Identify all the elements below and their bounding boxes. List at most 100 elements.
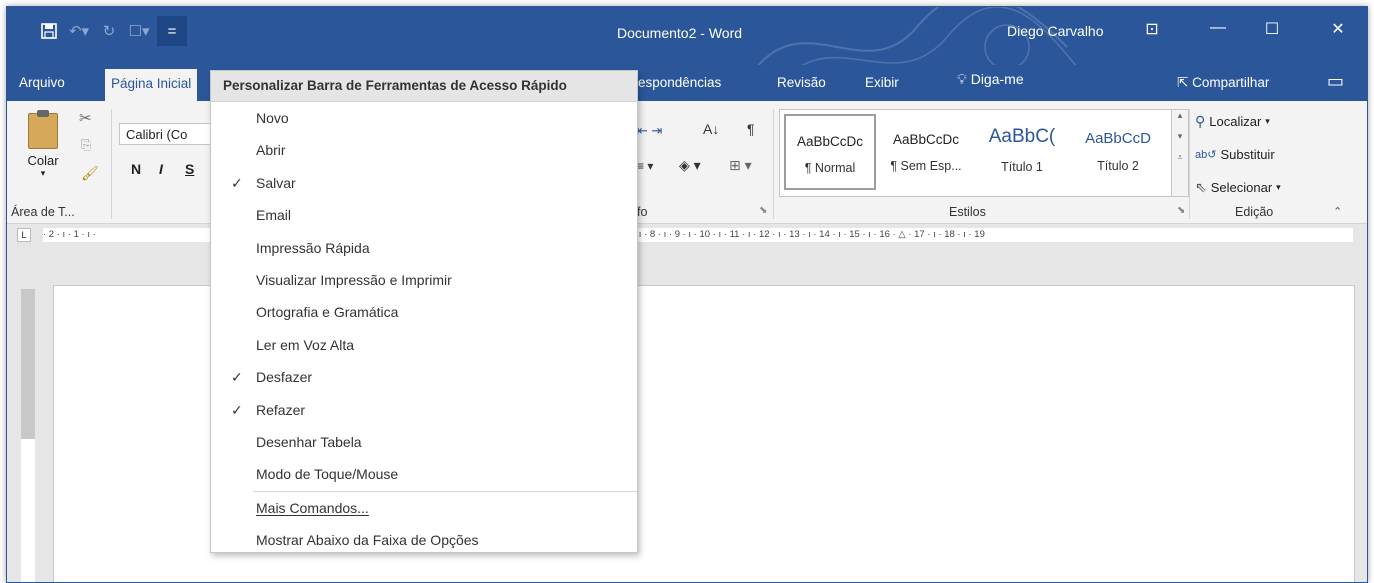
undo-icon[interactable]: ↶▾ [67,19,91,43]
tab-view[interactable]: Exibir [865,75,899,90]
menu-item[interactable]: Ler em Voz Alta [211,329,637,361]
menu-item-show-below-ribbon[interactable]: Mostrar Abaixo da Faixa de Opções [211,524,637,556]
vertical-ruler [21,289,35,582]
borders-icon[interactable]: ⊞ ▾ [729,157,752,174]
collapse-ribbon-icon[interactable]: ⌃ [1333,205,1342,218]
tell-me-label: Diga-me [970,71,1024,87]
style-preview: AaBbCcDc [796,134,864,149]
menu-item[interactable]: Email [211,199,637,231]
find-button[interactable]: ⚲ Localizar ▾ [1195,113,1270,130]
styles-group-label: Estilos [949,205,986,219]
replace-label: Substituir [1220,147,1275,162]
select-button[interactable]: ⇖ Selecionar ▾ [1195,179,1281,196]
tab-file[interactable]: Arquivo [19,75,65,90]
share-icon: ⇱ [1177,75,1189,90]
maximize-icon[interactable]: ☐ [1257,19,1287,39]
menu-item[interactable]: ✓ Salvar [211,167,637,199]
redo-icon[interactable]: ↻ [97,19,121,43]
menu-item[interactable]: Ortografia e Gramática [211,296,637,328]
tab-home[interactable]: Página Inicial [105,69,198,101]
menu-item[interactable]: Novo [211,102,637,134]
italic-button[interactable]: I [159,161,163,177]
replace-button[interactable]: ab↺ Substituir [1195,147,1275,162]
user-name[interactable]: Diego Carvalho [1007,23,1104,39]
menu-item-label: Mostrar Abaixo da Faixa de Opções [256,532,479,549]
share-button[interactable]: ⇱ Compartilhar [1177,75,1269,91]
paste-label: Colar [27,153,59,168]
style-heading-2[interactable]: AaBbCcD Título 2 [1072,114,1164,190]
menu-item-label: Ortografia e Gramática [256,304,399,321]
styles-dialog-launcher-icon[interactable]: ⬊ [1177,205,1185,216]
menu-item[interactable]: ✓ Refazer [211,394,637,426]
lightbulb-icon: 💡︎ [957,71,967,87]
menu-item-label: Mais Comandos... [256,499,369,516]
replace-icon: ab↺ [1195,149,1217,161]
minimize-icon[interactable]: — [1203,19,1233,37]
menu-item[interactable]: Modo de Toque/Mouse [211,458,637,490]
style-preview: AaBbCcDc [892,132,960,147]
ribbon-display-options-icon[interactable]: ⊡ [1137,19,1167,39]
editing-group-label: Edição [1235,205,1274,219]
menu-item-label: Novo [256,110,289,126]
shading-icon[interactable]: ◈ ▾ [679,157,701,174]
style-preview: AaBbCcD [1085,130,1151,147]
tell-me-box[interactable]: 💡︎ Diga-me [957,71,1024,88]
dialog-launcher-icon[interactable]: ⬊ [759,205,767,216]
tab-mailings[interactable]: rrespondências [629,75,721,90]
clipboard-group-label: Área de T... [11,205,75,219]
menu-item-label: Email [256,207,292,224]
menu-item[interactable]: ✓ Desfazer [211,361,637,393]
customize-qat-button[interactable]: = [157,16,187,46]
customize-qat-menu: Personalizar Barra de Ferramentas de Ace… [210,70,638,553]
menu-item-label: Modo de Toque/Mouse [256,466,399,483]
menu-item[interactable]: Visualizar Impressão e Imprimir [211,264,637,296]
justify-dropdown[interactable]: ≡ ▾ [637,159,653,173]
menu-item-label: Visualizar Impressão e Imprimir [256,271,452,288]
format-painter-icon[interactable]: 🖌︎ [81,165,99,182]
menu-item[interactable]: Abrir [211,134,637,166]
ruler-left-marks: · 2 · ı · 1 · ı · [43,229,96,240]
clipboard-icon [28,110,58,149]
paste-dropdown-icon[interactable]: ▾ [13,168,73,179]
underline-button[interactable]: S [185,161,194,177]
menu-item[interactable]: Impressão Rápida [211,232,637,264]
tab-review[interactable]: Revisão [777,75,826,90]
separator [773,109,774,219]
search-icon: ⚲ [1195,113,1206,129]
style-heading-1[interactable]: AaBbC( Título 1 [976,114,1068,190]
style-name: ¶ Sem Esp... [890,159,962,173]
vertical-ruler-margin [21,289,35,439]
menu-item-label: Refazer [256,401,306,418]
paste-button[interactable]: Colar ▾ [13,107,73,179]
save-icon[interactable] [37,19,61,43]
menu-item-more-commands[interactable]: Mais Comandos... [211,492,637,524]
cut-icon[interactable]: ✂ [79,109,92,127]
paragraph-group-label: fo [637,205,648,219]
pilcrow-icon[interactable]: ¶ [747,121,755,137]
menu-item-label: Impressão Rápida [256,239,370,256]
touch-mode-icon[interactable]: ☐▾ [127,19,151,43]
menu-item-label: Desfazer [256,369,313,386]
copy-icon[interactable]: ⎘ [81,137,91,153]
indent-icons[interactable]: ⇤ ⇥ [637,123,662,139]
separator [111,109,112,219]
menu-item-label: Ler em Voz Alta [256,336,355,353]
bold-button[interactable]: N [131,161,141,177]
title-bar: ↶▾ ↻ ☐▾ = Documento2 - Word Diego Carval… [7,7,1367,77]
style-normal[interactable]: AaBbCcDc ¶ Normal [784,114,876,190]
cursor-icon: ⇖ [1195,179,1207,195]
menu-item-label: Desenhar Tabela [256,433,362,450]
style-name: Título 1 [1001,160,1043,174]
sort-icon[interactable]: A↓ [703,121,719,137]
select-label: Selecionar [1210,180,1273,195]
styles-gallery-scroll[interactable]: ▴ ▾ ⩡ [1171,109,1189,197]
style-name: ¶ Normal [804,161,856,175]
close-icon[interactable]: ✕ [1323,19,1353,39]
chevron-down-icon: ▾ [1265,116,1270,126]
style-no-spacing[interactable]: AaBbCcDc ¶ Sem Esp... [880,114,972,190]
menu-item[interactable]: Desenhar Tabela [211,426,637,458]
font-name-box[interactable]: Calibri (Co [119,123,213,145]
comments-icon[interactable]: ▭ [1327,71,1344,92]
quick-access-toolbar: ↶▾ ↻ ☐▾ = [37,16,187,46]
tab-selector[interactable]: L [17,228,31,242]
